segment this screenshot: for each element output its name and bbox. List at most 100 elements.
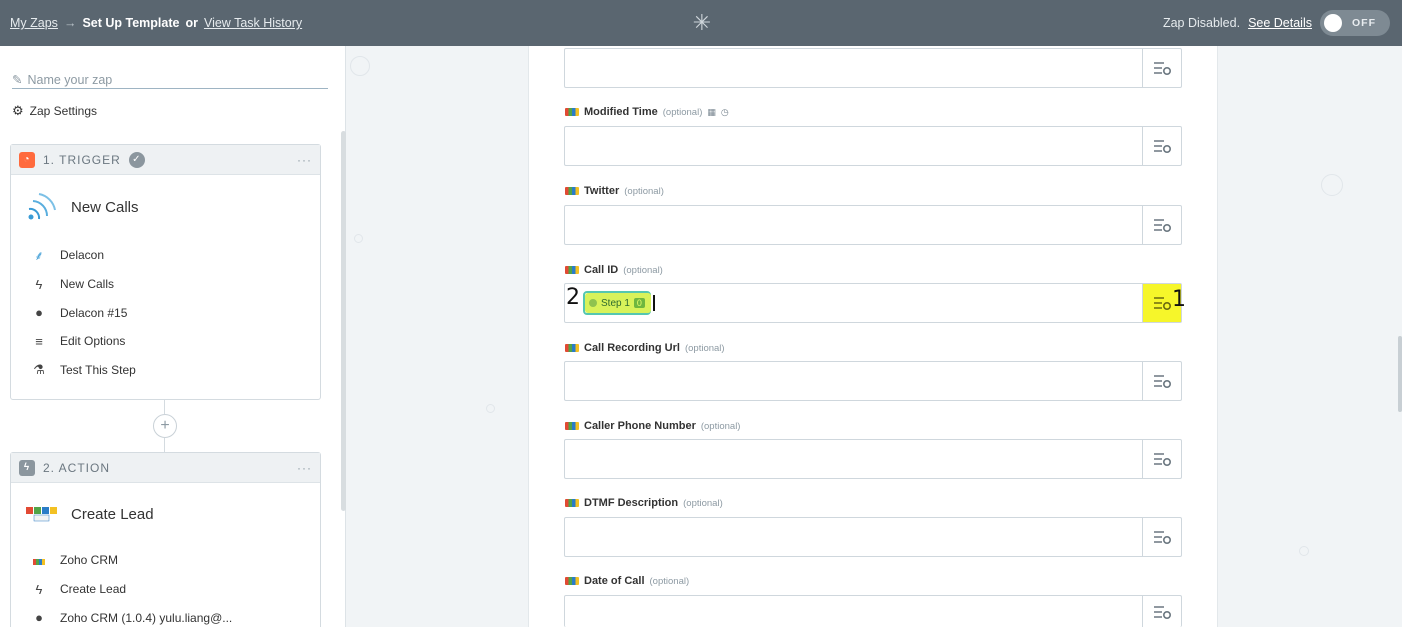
trigger-app-icon: ◔ <box>19 151 35 168</box>
trigger-card-header[interactable]: ◔ 1. TRIGGER ✓ ··· <box>11 145 320 175</box>
caller-phone-number-input[interactable] <box>564 439 1182 479</box>
action-menu-icon[interactable]: ··· <box>297 461 312 475</box>
field-label-dtmf-description: DTMF Description (optional) <box>565 497 723 509</box>
zap-settings-label: Zap Settings <box>29 104 98 118</box>
trigger-app-row: New Calls <box>11 175 320 239</box>
trigger-card[interactable]: ◔ 1. TRIGGER ✓ ··· New Calls ⸙ Delacon ϟ… <box>10 144 321 400</box>
field-label-twitter: Twitter (optional) <box>565 185 664 197</box>
trigger-item-event[interactable]: ϟ New Calls <box>11 270 320 299</box>
field-name: Date of Call <box>584 575 645 587</box>
action-card-header[interactable]: ϟ 2. ACTION ··· <box>11 453 320 483</box>
zoho-crm-logo-icon <box>26 507 57 522</box>
gear-icon: ⚙ <box>12 103 24 118</box>
trigger-item-account[interactable]: ● Delacon #15 <box>11 298 320 327</box>
insert-field-icon <box>1154 297 1172 311</box>
zap-on-off-toggle[interactable]: OFF <box>1320 10 1390 36</box>
insert-field-button[interactable] <box>1142 440 1181 478</box>
field-name: Modified Time <box>584 106 658 118</box>
background-decoration <box>486 404 495 413</box>
action-app-row: Create Lead <box>11 483 320 545</box>
trigger-item-label: Delacon #15 <box>60 305 128 320</box>
pencil-icon: ✎ <box>12 73 23 87</box>
action-item-account[interactable]: ● Zoho CRM (1.0.4) yulu.liang@... <box>11 603 320 627</box>
bolt-badge-icon: ϟ <box>19 459 35 476</box>
field-name: Call Recording Url <box>584 342 680 354</box>
zap-name-placeholder: Name your zap <box>27 72 113 87</box>
field-name: Caller Phone Number <box>584 420 696 432</box>
field-label-call-recording-url: Call Recording Url (optional) <box>565 342 725 354</box>
zoho-icon <box>565 422 579 430</box>
step-value-pill[interactable]: Step 1 0 <box>585 293 651 313</box>
trigger-item-test[interactable]: ⚗ Test This Step <box>11 356 320 385</box>
pill-value: 0 <box>633 298 645 308</box>
delacon-signal-icon <box>28 193 56 220</box>
zoho-icon <box>565 577 579 585</box>
action-step-label: 2. ACTION <box>43 460 111 475</box>
add-step-plus-icon[interactable]: + <box>153 414 177 438</box>
date-of-call-input[interactable] <box>564 595 1182 627</box>
trigger-item-app[interactable]: ⸙ Delacon <box>11 241 320 270</box>
insert-field-button[interactable] <box>1142 596 1181 627</box>
pill-step-label: Step 1 <box>601 297 630 309</box>
zoho-icon <box>31 553 47 568</box>
field-name: Call ID <box>584 264 619 276</box>
insert-field-button[interactable] <box>1142 127 1181 165</box>
field-label-modified-time: Modified Time (optional) ▦ ◷ <box>565 106 729 118</box>
action-item-event[interactable]: ϟ Create Lead <box>11 575 320 604</box>
view-task-history-link[interactable]: View Task History <box>204 16 302 30</box>
check-circle-icon: ✓ <box>128 151 145 168</box>
zap-name-field[interactable]: ✎ Name your zap <box>12 72 328 89</box>
field-optional: (optional) <box>624 185 664 197</box>
zap-settings-link[interactable]: ⚙ Zap Settings <box>12 103 97 119</box>
insert-field-icon <box>1154 62 1172 76</box>
insert-field-icon <box>1154 219 1172 233</box>
insert-field-icon <box>1154 531 1172 545</box>
step-connector <box>164 400 165 414</box>
call-id-input[interactable]: Step 1 0 <box>564 283 1182 323</box>
step-connector <box>164 438 165 452</box>
zoho-icon <box>565 187 579 195</box>
dtmf-description-input[interactable] <box>564 517 1182 557</box>
action-item-label: Zoho CRM <box>60 553 119 568</box>
trigger-app-title: New Calls <box>71 198 139 216</box>
twitter-input[interactable] <box>564 205 1182 245</box>
action-item-app[interactable]: Zoho CRM <box>11 546 320 575</box>
annotation-number-2: 2 <box>566 285 580 310</box>
zapier-asterisk-icon[interactable]: ✳ <box>690 11 714 35</box>
insert-field-button[interactable] <box>1142 206 1181 244</box>
insert-field-icon <box>1154 375 1172 389</box>
background-decoration <box>1299 546 1309 556</box>
insert-field-icon <box>1154 140 1172 154</box>
page-scrollbar[interactable] <box>1398 336 1402 412</box>
trigger-item-options[interactable]: ≡ Edit Options <box>11 327 320 356</box>
text-input-previous[interactable] <box>564 48 1182 88</box>
trigger-item-label: Delacon <box>60 248 105 263</box>
zoho-icon <box>565 108 579 116</box>
clock-icon: ◷ <box>720 106 729 117</box>
zoho-icon <box>565 499 579 507</box>
toggle-label: OFF <box>1352 17 1376 29</box>
user-icon: ● <box>35 610 43 626</box>
background-decoration <box>350 56 370 76</box>
insert-field-button[interactable] <box>1142 362 1181 400</box>
bolt-icon: ϟ <box>35 581 43 597</box>
insert-field-button[interactable] <box>1142 49 1181 87</box>
field-optional: (optional) <box>683 497 723 509</box>
trigger-menu-icon[interactable]: ··· <box>297 153 312 167</box>
insert-field-button[interactable] <box>1142 518 1181 556</box>
action-item-label: Create Lead <box>60 582 127 597</box>
zap-status: Zap Disabled. See Details OFF <box>1163 0 1390 46</box>
field-optional: (optional) <box>649 575 690 587</box>
my-zaps-link[interactable]: My Zaps <box>10 16 58 30</box>
breadcrumb-arrow: → <box>63 16 77 30</box>
call-recording-url-input[interactable] <box>564 361 1182 401</box>
action-card[interactable]: ϟ 2. ACTION ··· Create Lead Zoho CRM ϟ C… <box>10 452 321 627</box>
insert-field-icon <box>1154 453 1172 467</box>
field-label-caller-phone-number: Caller Phone Number (optional) <box>565 420 740 432</box>
see-details-link[interactable]: See Details <box>1248 16 1312 30</box>
step-pill-icon <box>589 299 597 307</box>
modified-time-input[interactable] <box>564 126 1182 166</box>
top-bar: My Zaps → Set Up Template or View Task H… <box>0 0 1402 46</box>
zap-disabled-text: Zap Disabled. <box>1162 16 1241 30</box>
breadcrumb: My Zaps → Set Up Template or View Task H… <box>10 16 302 30</box>
